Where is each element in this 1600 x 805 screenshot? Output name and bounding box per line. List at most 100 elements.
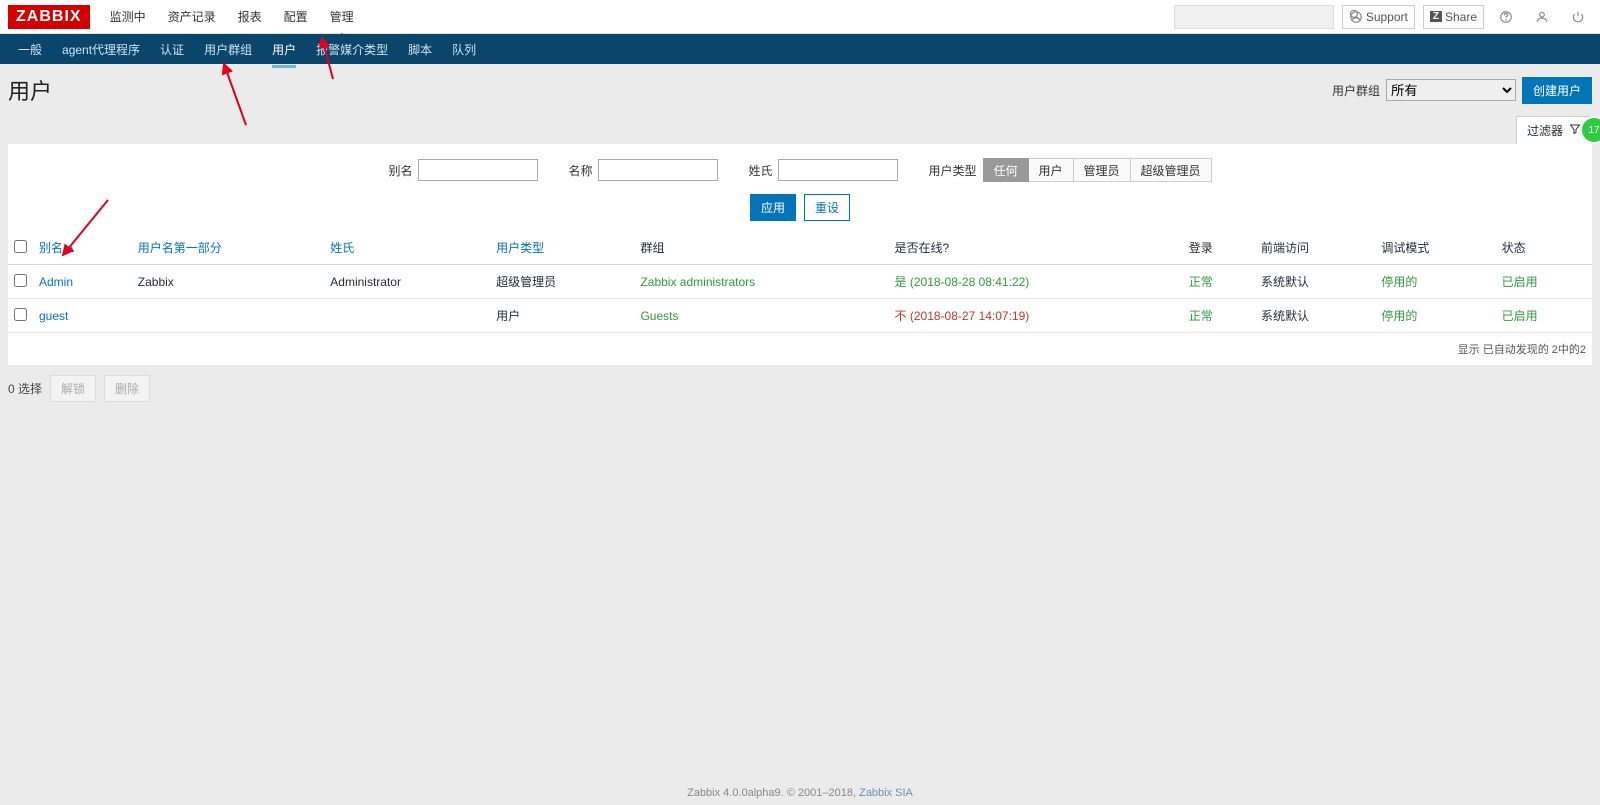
cell-status: 已启用 — [1496, 265, 1592, 299]
table-row: Admin ZabbixAdministrator超级管理员 Zabbix admi… — [8, 265, 1592, 299]
type-segment: 任何用户管理员超级管理员 — [983, 158, 1212, 182]
group-filter-label: 用户群组 — [1332, 82, 1380, 99]
user-table-wrap: 别名 ▲ 用户名第一部分 姓氏 用户类型 群组 是否在线? 登录 前端访问 调试… — [8, 231, 1592, 365]
create-user-button[interactable]: 创建用户 — [1522, 77, 1592, 104]
footer-link[interactable]: Zabbix SIA — [859, 787, 913, 799]
cell-login: 正常 — [1183, 265, 1255, 299]
selected-count: 0 选择 — [8, 380, 42, 397]
user-alias-link[interactable]: Admin — [39, 275, 73, 289]
cell-surname — [324, 299, 490, 333]
group-link[interactable]: Zabbix administrators — [640, 275, 755, 289]
filter-tab-bar: 过滤器 — [8, 116, 1592, 144]
filter-panel: 别名 名称 姓氏 用户类型 任何用户管理员超级管理员 应用 重设 — [8, 144, 1592, 231]
col-status: 状态 — [1502, 241, 1526, 255]
search-input[interactable] — [1175, 10, 1342, 24]
type-option-任何[interactable]: 任何 — [983, 158, 1029, 182]
sub-nav-队列[interactable]: 队列 — [442, 35, 486, 64]
cell-first — [132, 299, 325, 333]
support-link[interactable]: Support — [1342, 5, 1415, 29]
select-all-checkbox[interactable] — [14, 240, 27, 253]
delete-button[interactable]: 删除 — [104, 375, 150, 402]
filter-row: 别名 名称 姓氏 用户类型 任何用户管理员超级管理员 — [18, 158, 1582, 182]
cell-online: 不 (2018-08-27 14:07:19) — [889, 299, 1183, 333]
sub-nav-用户[interactable]: 用户 — [262, 35, 306, 64]
col-debug: 调试模式 — [1381, 241, 1429, 255]
page-title: 用户 — [8, 74, 52, 106]
user-table: 别名 ▲ 用户名第一部分 姓氏 用户类型 群组 是否在线? 登录 前端访问 调试… — [8, 231, 1592, 333]
cell-login: 正常 — [1183, 299, 1255, 333]
support-label: Support — [1366, 10, 1408, 24]
cell-frontend: 系统默认 — [1255, 265, 1375, 299]
table-row: guest用户Guests不 (2018-08-27 14:07:19)正常系统… — [8, 299, 1592, 333]
apply-button[interactable]: 应用 — [750, 194, 796, 221]
type-option-超级管理员[interactable]: 超级管理员 — [1131, 158, 1212, 182]
page-footer: Zabbix 4.0.0alpha9. © 2001–2018, Zabbix … — [0, 787, 1600, 799]
group-link[interactable]: Guests — [640, 309, 678, 323]
row-checkbox[interactable] — [14, 308, 27, 321]
filter-name-input[interactable] — [598, 159, 718, 181]
sub-nav-用户群组[interactable]: 用户群组 — [194, 35, 262, 64]
type-option-管理员[interactable]: 管理员 — [1074, 158, 1131, 182]
row-checkbox[interactable] — [14, 274, 27, 287]
sub-nav: 一般agent代理程序认证用户群组用户报警媒介类型脚本队列 — [0, 34, 1600, 64]
top-nav-配置[interactable]: 配置 — [274, 0, 318, 33]
top-right: Support Z Share — [1174, 5, 1592, 29]
cell-debug: 停用的 — [1375, 299, 1495, 333]
col-groups: 群组 — [640, 241, 664, 255]
top-nav-监测中[interactable]: 监测中 — [100, 0, 156, 33]
cell-debug: 停用的 — [1375, 265, 1495, 299]
filter-name-label: 名称 — [568, 162, 592, 179]
cell-status: 已启用 — [1496, 299, 1592, 333]
filter-alias-input[interactable] — [418, 159, 538, 181]
share-link[interactable]: Z Share — [1423, 5, 1484, 29]
user-icon[interactable] — [1528, 5, 1556, 29]
cell-type: 用户 — [490, 299, 634, 333]
search-box[interactable] — [1174, 5, 1334, 29]
logo[interactable]: ZABBIX — [8, 5, 90, 29]
top-nav-报表[interactable]: 报表 — [228, 0, 272, 33]
filter-surname-input[interactable] — [778, 159, 898, 181]
table-footer: 显示 已自动发现的 2中的2 — [8, 333, 1592, 365]
filter-tab-label: 过滤器 — [1527, 122, 1563, 139]
sub-nav-报警媒介类型[interactable]: 报警媒介类型 — [306, 35, 398, 64]
unblock-button[interactable]: 解锁 — [50, 375, 96, 402]
cell-surname: Administrator — [324, 265, 490, 299]
cell-online: 是 (2018-08-28 08:41:22) — [889, 265, 1183, 299]
sub-nav-脚本[interactable]: 脚本 — [398, 35, 442, 64]
col-login: 登录 — [1189, 241, 1213, 255]
user-alias-link[interactable]: guest — [39, 309, 68, 323]
col-frontend: 前端访问 — [1261, 241, 1309, 255]
reset-button[interactable]: 重设 — [804, 194, 850, 221]
below-table: 0 选择 解锁 删除 — [0, 365, 1600, 412]
sub-nav-认证[interactable]: 认证 — [150, 35, 194, 64]
top-nav-资产记录[interactable]: 资产记录 — [158, 0, 226, 33]
table-header-row: 别名 ▲ 用户名第一部分 姓氏 用户类型 群组 是否在线? 登录 前端访问 调试… — [8, 231, 1592, 265]
side-badge[interactable]: 17 — [1580, 116, 1600, 144]
col-first[interactable]: 用户名第一部分 — [138, 241, 222, 255]
sub-nav-一般[interactable]: 一般 — [8, 35, 52, 64]
top-nav: ZABBIX 监测中资产记录报表配置管理 Support Z Share — [0, 0, 1600, 34]
share-label: Share — [1445, 10, 1477, 24]
sort-asc-icon: ▲ — [66, 244, 76, 255]
power-icon[interactable] — [1564, 5, 1592, 29]
sub-nav-agent代理程序[interactable]: agent代理程序 — [52, 35, 150, 64]
col-alias[interactable]: 别名 ▲ — [39, 241, 76, 255]
table-body: Admin ZabbixAdministrator超级管理员 Zabbix admi… — [8, 265, 1592, 333]
col-type[interactable]: 用户类型 — [496, 241, 544, 255]
filter-alias-label: 别名 — [388, 162, 412, 179]
filter-surname-label: 姓氏 — [748, 162, 772, 179]
filter-actions: 应用 重设 — [18, 194, 1582, 221]
col-surname[interactable]: 姓氏 — [330, 241, 354, 255]
help-icon[interactable] — [1492, 5, 1520, 29]
filter-type-label: 用户类型 — [928, 162, 976, 179]
group-filter-select[interactable]: 所有 — [1386, 79, 1516, 101]
top-menu: 监测中资产记录报表配置管理 — [100, 0, 364, 33]
cell-type: 超级管理员 — [490, 265, 634, 299]
page-header: 用户 用户群组 所有 创建用户 — [0, 64, 1600, 110]
z-icon: Z — [1430, 11, 1442, 22]
col-online: 是否在线? — [895, 241, 950, 255]
top-nav-管理[interactable]: 管理 — [320, 0, 364, 33]
header-right: 用户群组 所有 创建用户 — [1332, 77, 1592, 104]
cell-first: Zabbix — [132, 265, 325, 299]
type-option-用户[interactable]: 用户 — [1029, 158, 1074, 182]
